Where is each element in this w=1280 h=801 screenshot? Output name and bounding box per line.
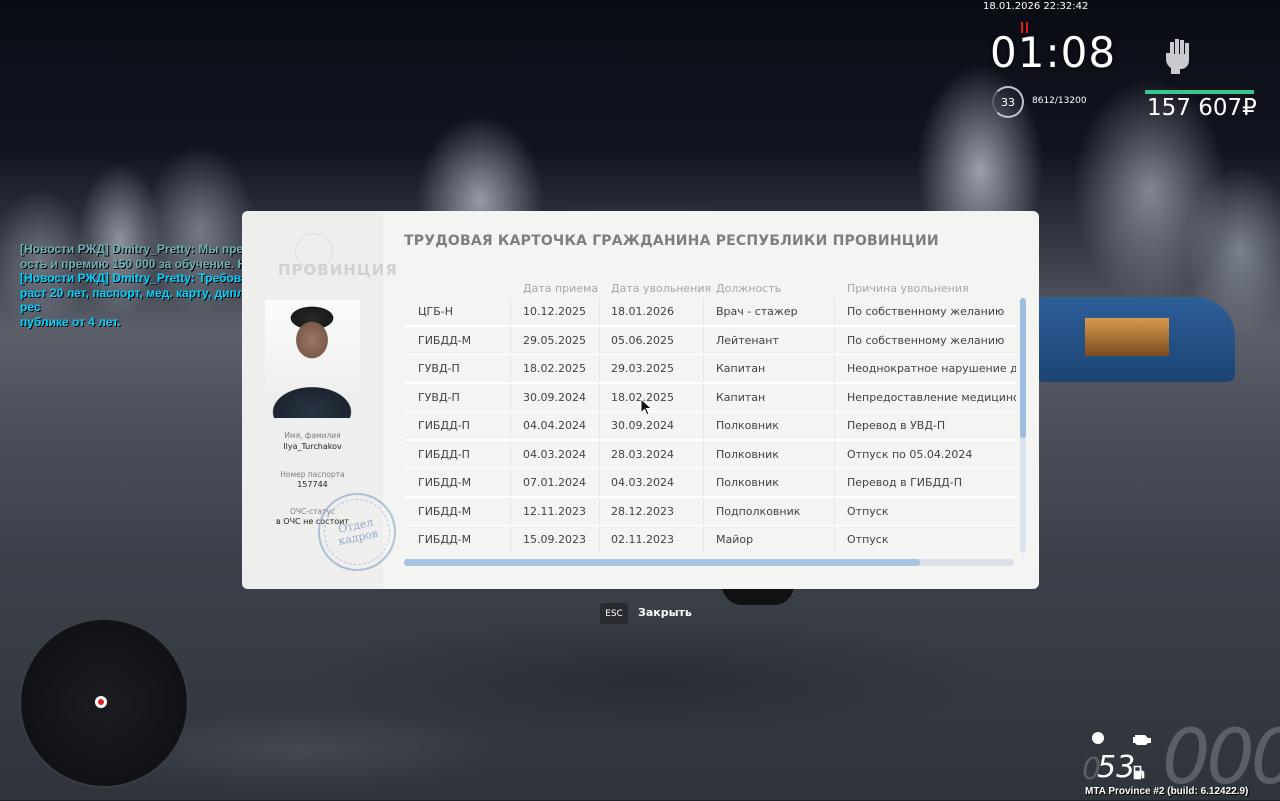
- cell-fired: 04.03.2024: [611, 476, 674, 489]
- table-row: ЦГБ-Н 10.12.2025 18.01.2026 Врач - стаже…: [404, 298, 1016, 327]
- level-ring: 33: [992, 86, 1024, 118]
- cell-position: Майор: [716, 533, 754, 546]
- speed-value: 53: [1097, 750, 1136, 785]
- stamp-line: Отдел: [336, 515, 375, 536]
- cell-hired: 30.09.2024: [523, 390, 586, 404]
- cell-reason: Непредоставление медицинско: [847, 390, 1016, 404]
- col-hired: Дата приема: [523, 282, 599, 295]
- hr-stamp: Отдел кадров: [310, 485, 404, 579]
- cell-hired: 04.03.2024: [523, 447, 586, 461]
- citizen-photo: [265, 300, 360, 418]
- cell-fired: 30.09.2024: [611, 419, 674, 432]
- table-row: ГИБДД-М 29.05.2025 05.06.2025 Лейтенант …: [404, 326, 1016, 356]
- player-marker-icon: [95, 696, 107, 708]
- table-row: ГИБДД-П 04.03.2024 28.03.2024 Полковник …: [404, 440, 1016, 470]
- cell-position: Врач - стажер: [716, 305, 798, 318]
- cell-org: ГИБДД-М: [418, 533, 472, 546]
- cell-fired: 18.01.2026: [611, 305, 674, 318]
- table-row: ГУВД-П 18.02.2025 29.03.2025 Капитан Нео…: [404, 355, 1016, 384]
- cell-reason: Отпуск: [847, 533, 889, 546]
- cell-hired: 15.09.2023: [523, 533, 586, 546]
- headlights-icon: [1092, 732, 1104, 744]
- name-label: Имя, фамилия: [284, 431, 341, 440]
- mouse-cursor-icon: [640, 398, 653, 416]
- cell-org: ГИБДД-П: [418, 447, 470, 461]
- cell-org: ЦГБ-Н: [418, 305, 454, 318]
- fist-icon: [1166, 39, 1189, 74]
- cell-fired: 02.11.2023: [611, 533, 674, 546]
- cell-reason: Неоднократное нарушение дис: [847, 362, 1016, 375]
- vertical-scrollbar-thumb[interactable]: [1020, 298, 1026, 438]
- cell-position: Капитан: [716, 362, 766, 375]
- col-fired: Дата увольнения: [611, 282, 712, 295]
- cell-hired: 12.11.2023: [523, 504, 586, 518]
- engine-icon: [1133, 735, 1151, 745]
- name-value: Ilya_Turchakov: [283, 442, 342, 451]
- cell-reason: Перевод в ГИБДД-П: [847, 476, 962, 489]
- level-value: 33: [1001, 95, 1015, 109]
- col-reason: Причина увольнения: [847, 282, 969, 295]
- cell-position: Лейтенант: [716, 333, 779, 347]
- cell-hired: 10.12.2025: [523, 305, 586, 318]
- fuel-icon: [1133, 765, 1145, 780]
- hud-clock: 01:08: [990, 28, 1117, 77]
- cell-reason: Отпуск по 05.04.2024: [847, 447, 973, 461]
- cell-position: Подполковник: [716, 504, 801, 518]
- cell-hired: 07.01.2024: [523, 476, 586, 489]
- table-header: Дата приема Дата увольнения Должность Пр…: [404, 282, 1020, 296]
- card-title: ТРУДОВАЯ КАРТОЧКА ГРАЖДАНИНА РЕСПУБЛИКИ …: [404, 233, 939, 249]
- cell-org: ГИБДД-М: [418, 333, 472, 347]
- cell-reason: По собственному желанию: [847, 305, 1005, 318]
- table-row: ГИБДД-М 12.11.2023 28.12.2023 Подполковн…: [404, 497, 1016, 527]
- table-row: ГИБДД-П 04.04.2024 30.09.2024 Полковник …: [404, 412, 1016, 441]
- card-sidebar: ПРОВИНЦИЯ Имя, фамилия Ilya_Turchakov Но…: [242, 211, 404, 589]
- cell-fired: 29.03.2025: [611, 362, 674, 375]
- cell-org: ГИБДД-М: [418, 476, 472, 489]
- cell-reason: Перевод в УВД-П: [847, 419, 946, 432]
- cell-position: Капитан: [716, 390, 766, 404]
- cell-org: ГИБДД-П: [418, 419, 470, 432]
- money-value: 157 607₽: [1147, 95, 1257, 121]
- cell-position: Полковник: [716, 419, 779, 432]
- esc-key-button[interactable]: ESC: [600, 603, 628, 624]
- table-row: ГУВД-П 30.09.2024 18.02.2025 Капитан Неп…: [404, 383, 1016, 413]
- cell-hired: 18.02.2025: [523, 362, 586, 375]
- cell-hired: 04.04.2024: [523, 419, 586, 432]
- cell-position: Полковник: [716, 447, 779, 461]
- cell-org: ГУВД-П: [418, 390, 460, 404]
- hud-datetime: 18.01.2026 22:32:42: [983, 1, 1089, 12]
- cell-fired: 28.12.2023: [611, 504, 674, 518]
- trailer-window: [1085, 318, 1169, 356]
- cell-hired: 29.05.2025: [523, 333, 586, 347]
- col-position: Должность: [716, 282, 782, 295]
- passport-value: 157744: [297, 480, 328, 489]
- cell-reason: По собственному желанию: [847, 333, 1005, 347]
- table-row: ГИБДД-М 07.01.2024 04.03.2024 Полковник …: [404, 469, 1016, 498]
- cell-fired: 05.06.2025: [611, 333, 674, 347]
- build-info: MTA Province #2 (build: 6.12422.9): [1085, 786, 1249, 797]
- stamp-line: кадров: [337, 526, 380, 548]
- passport-label: Номер паспорта: [280, 470, 345, 479]
- cell-fired: 28.03.2024: [611, 447, 674, 461]
- horizontal-scrollbar-thumb[interactable]: [404, 559, 920, 566]
- emblem-text: ПРОВИНЦИЯ: [278, 261, 398, 279]
- money-bar: [1145, 90, 1254, 94]
- cell-position: Полковник: [716, 476, 779, 489]
- xp-counter: 8612/13200: [1032, 96, 1087, 106]
- close-button[interactable]: Закрыть: [638, 606, 692, 619]
- table-row: ГИБДД-М 15.09.2023 02.11.2023 Майор Отпу…: [404, 526, 1016, 553]
- cell-reason: Отпуск: [847, 504, 889, 518]
- cell-org: ГУВД-П: [418, 362, 460, 375]
- records-table[interactable]: ЦГБ-Н 10.12.2025 18.01.2026 Врач - стаже…: [404, 298, 1016, 553]
- cell-org: ГИБДД-М: [418, 504, 472, 518]
